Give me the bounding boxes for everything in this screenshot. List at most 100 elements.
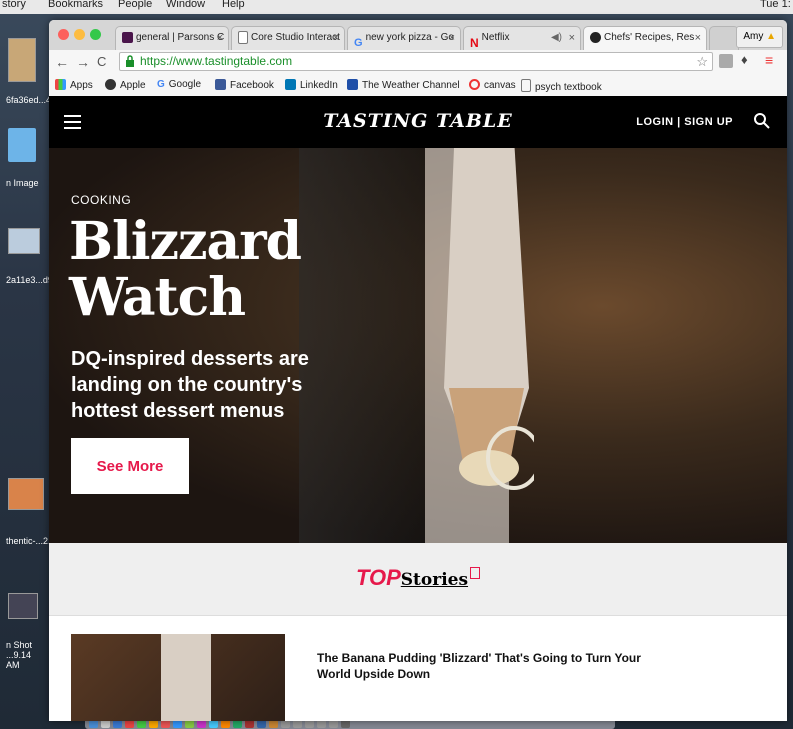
mac-menubar: story Bookmarks People Window Help Tue 1… (0, 0, 793, 14)
bookmark-icon (470, 567, 481, 579)
dessert-bottle-image (444, 148, 534, 490)
menu-window[interactable]: Window (166, 0, 205, 11)
close-tab-icon[interactable]: × (217, 27, 223, 49)
address-bar[interactable]: https://www.tastingtable.com ☆ (119, 52, 713, 71)
tastingtable-icon (590, 31, 601, 43)
url-text: https://www.tastingtable.com (140, 54, 293, 68)
slack-icon (122, 31, 133, 43)
linkedin-icon (285, 79, 296, 90)
bookmark-weather-channel[interactable]: The Weather Channel (347, 79, 460, 92)
folder-icon[interactable] (8, 128, 36, 162)
menu-help[interactable]: Help (222, 0, 245, 11)
document-icon (238, 30, 248, 44)
speaker-icon[interactable]: ◀) (551, 27, 562, 49)
tab-label: new york pizza - Go (365, 32, 454, 43)
netflix-icon: N (470, 35, 479, 50)
google-icon: G (157, 79, 165, 90)
facebook-icon (215, 79, 226, 90)
bookmark-facebook[interactable]: Facebook (215, 79, 274, 92)
desktop-file-thumbnail[interactable] (8, 478, 44, 510)
bookmarks-bar: Apps Apple G Google Facebook LinkedIn The… (49, 75, 787, 97)
bookmark-label: Facebook (230, 80, 274, 91)
hero-banner[interactable]: COOKING Blizzard Watch DQ-inspired desse… (49, 148, 787, 543)
desktop-file-thumbnail[interactable] (8, 228, 40, 254)
top-stories-section: TOPStories (49, 543, 787, 616)
weather-channel-icon (347, 79, 358, 90)
browser-window: general | Parsons C × Core Studio Intera… (49, 20, 787, 721)
apple-icon (105, 79, 116, 90)
close-tab-icon[interactable]: × (333, 27, 339, 49)
desktop-file-thumbnail[interactable] (8, 38, 36, 82)
tab-core-studio[interactable]: Core Studio Interact × (231, 26, 345, 50)
bookmark-label: Google (168, 79, 202, 90)
menu-icon[interactable]: ≡ (765, 53, 773, 67)
extension-icon[interactable] (719, 54, 733, 68)
back-button[interactable]: ← (55, 53, 69, 71)
hero-title[interactable]: Blizzard Watch (69, 214, 369, 326)
apps-grid-icon (55, 79, 66, 90)
bookmark-label: LinkedIn (300, 80, 338, 91)
desktop-file-label[interactable]: n Image (6, 178, 46, 188)
browser-toolbar: ← → C https://www.tastingtable.com ☆ ♦ ≡ (49, 50, 787, 75)
close-window-button[interactable] (58, 29, 69, 40)
bookmark-canvas[interactable]: canvas (469, 79, 516, 92)
desktop-file-label[interactable]: 2a11e3...d9d...32 (6, 275, 75, 285)
bookmark-google[interactable]: G Google (157, 79, 201, 91)
bookmark-star-icon[interactable]: ☆ (696, 53, 708, 70)
tab-slack[interactable]: general | Parsons C × (115, 26, 229, 50)
desktop-file-thumbnail[interactable] (8, 593, 38, 619)
profile-button[interactable]: Amy ▲ (736, 26, 783, 48)
story-thumbnail[interactable] (71, 634, 285, 721)
profile-name: Amy (743, 31, 764, 42)
minimize-window-button[interactable] (74, 29, 85, 40)
tab-label: Chefs' Recipes, Res (604, 32, 695, 43)
dessert-bottle-image (161, 634, 211, 721)
tab-strip: general | Parsons C × Core Studio Intera… (49, 20, 787, 50)
bookmark-apple[interactable]: Apple (105, 79, 146, 92)
tab-tasting-table[interactable]: Chefs' Recipes, Res × (583, 26, 707, 50)
forward-button[interactable]: → (76, 53, 90, 71)
bookmark-label: psych textbook (535, 82, 602, 93)
hero-category[interactable]: COOKING (71, 193, 131, 207)
bookmark-psych-textbook[interactable]: psych textbook (521, 79, 602, 94)
bookmark-label: Apple (120, 80, 146, 91)
see-more-button[interactable]: See More (71, 438, 189, 494)
lock-icon (126, 55, 134, 67)
menubar-clock: Tue 1: (760, 0, 791, 10)
warning-icon: ▲ (766, 31, 776, 42)
site-header: TASTING TABLE LOGIN | SIGN UP (49, 96, 787, 148)
menu-people[interactable]: People (118, 0, 152, 11)
reload-button[interactable]: C (97, 53, 106, 71)
tab-label: general | Parsons C (136, 32, 225, 43)
zoom-window-button[interactable] (90, 29, 101, 40)
tab-label: Core Studio Interact (251, 32, 340, 43)
menu-bookmarks[interactable]: Bookmarks (48, 0, 103, 11)
login-signup-link[interactable]: LOGIN | SIGN UP (636, 116, 733, 128)
bookmark-apps[interactable]: Apps (55, 79, 93, 92)
top-stories-top-text: TOP (355, 565, 401, 590)
tab-google-search[interactable]: Gnew york pizza - Go × (347, 26, 461, 50)
new-tab-button[interactable] (709, 26, 739, 50)
bookmark-linkedin[interactable]: LinkedIn (285, 79, 338, 92)
bookmark-label: Apps (70, 80, 93, 91)
extension-drop-icon[interactable]: ♦ (741, 52, 748, 67)
desktop-file-label[interactable]: 6fa36ed...4719 (6, 95, 66, 105)
hero-subtitle: DQ-inspired desserts are landing on the … (71, 348, 309, 422)
bookmark-label: canvas (484, 80, 516, 91)
desktop-file-label[interactable]: thentic-...2.jpg (6, 536, 63, 546)
page-content: TASTING TABLE LOGIN | SIGN UP COOKING Bl… (49, 96, 787, 721)
google-icon: G (354, 36, 363, 49)
menu-history[interactable]: story (2, 0, 26, 11)
close-tab-icon[interactable]: × (449, 27, 455, 49)
close-tab-icon[interactable]: × (695, 27, 701, 49)
close-tab-icon[interactable]: × (569, 27, 575, 49)
story-title[interactable]: The Banana Pudding 'Blizzard' That's Goi… (317, 650, 657, 682)
desktop-file-label[interactable]: n Shot ...9.14 AM (6, 640, 46, 670)
tab-netflix[interactable]: N Netflix ◀) × (463, 26, 581, 50)
top-stories-heading: TOPStories (49, 565, 787, 591)
tab-label: Netflix (481, 32, 510, 43)
canvas-icon (469, 79, 480, 90)
search-icon[interactable] (753, 112, 771, 130)
bookmark-label: The Weather Channel (362, 80, 460, 91)
top-stories-stories-text: Stories (400, 570, 469, 590)
